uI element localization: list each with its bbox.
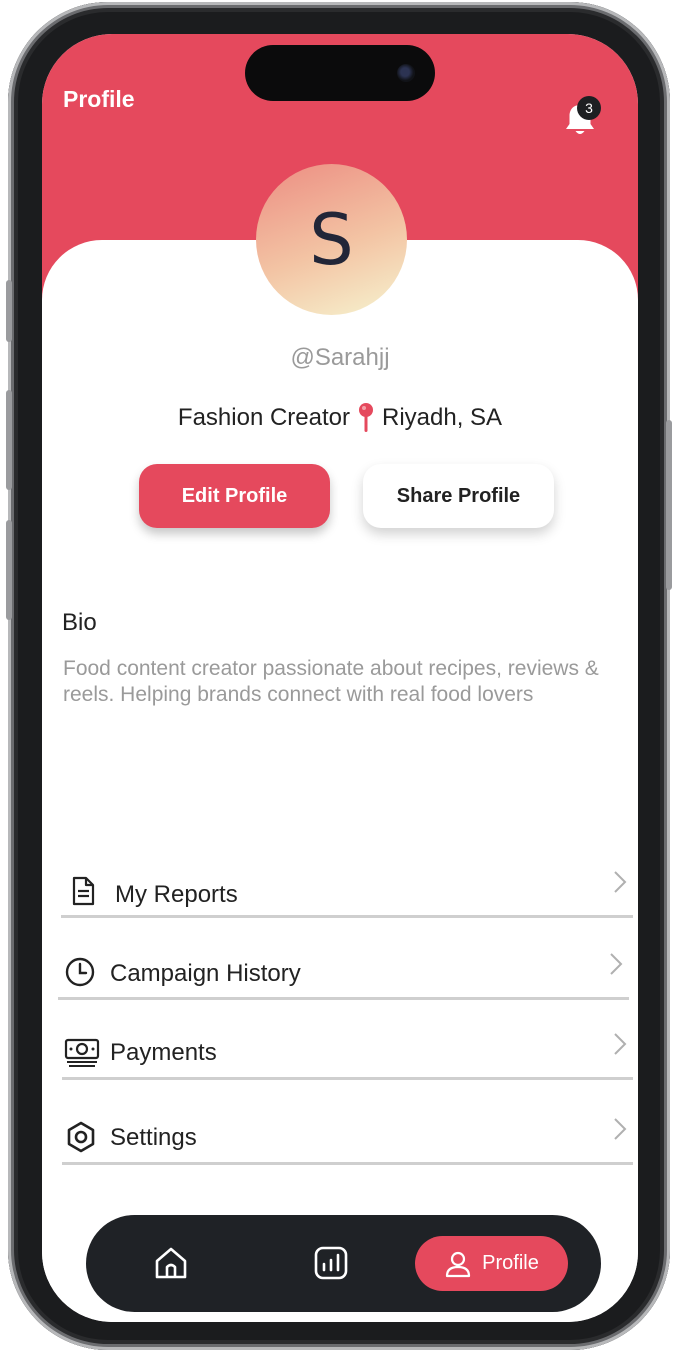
menu-item-settings[interactable]: Settings [62, 1109, 633, 1165]
hexagon-settings-icon [67, 1121, 95, 1153]
edit-profile-button[interactable]: Edit Profile [139, 464, 330, 528]
menu-label: Settings [110, 1124, 197, 1151]
chevron-right-icon [610, 953, 623, 975]
notification-badge: 3 [577, 96, 601, 120]
user-icon [446, 1251, 471, 1277]
share-profile-button[interactable]: Share Profile [363, 464, 554, 528]
avatar-initial: S [309, 198, 354, 281]
chart-icon[interactable] [313, 1245, 349, 1281]
chevron-right-icon [614, 1118, 627, 1140]
menu-label: Payments [110, 1039, 217, 1066]
profile-meta: Fashion Creator Riyadh, SA [42, 402, 638, 434]
bio-text: Food content creator passionate about re… [63, 657, 599, 706]
menu-item-payments[interactable]: Payments [62, 1024, 633, 1080]
side-button [666, 420, 672, 590]
cash-icon [64, 1038, 100, 1067]
nav-profile-button[interactable]: Profile [415, 1236, 568, 1291]
camera-icon [397, 64, 415, 82]
profile-handle: @Sarahjj [290, 344, 390, 371]
chevron-right-icon [614, 1033, 627, 1055]
bottom-nav: Profile [86, 1215, 601, 1312]
side-button [6, 520, 12, 620]
side-button [6, 390, 12, 490]
location-pin-icon [359, 403, 373, 432]
bio-heading: Bio [62, 609, 97, 636]
menu-item-my-reports[interactable]: My Reports [61, 862, 633, 918]
screen: Profile 3 S @Sarahjj Fashion Creator Riy… [42, 34, 638, 1322]
dynamic-island [245, 45, 435, 101]
nav-profile-label: Profile [482, 1252, 539, 1274]
menu-label: My Reports [115, 881, 238, 908]
document-icon [72, 876, 95, 906]
avatar[interactable]: S [256, 164, 407, 315]
profile-role: Fashion Creator [177, 404, 350, 431]
chevron-right-icon [614, 871, 627, 893]
menu-label: Campaign History [110, 960, 301, 987]
side-button [6, 280, 12, 342]
home-icon[interactable] [153, 1245, 189, 1281]
page-title: Profile [63, 86, 135, 112]
menu-item-campaign-history[interactable]: Campaign History [58, 944, 629, 1000]
profile-location: Riyadh, SA [382, 404, 503, 431]
clock-icon [65, 957, 95, 987]
